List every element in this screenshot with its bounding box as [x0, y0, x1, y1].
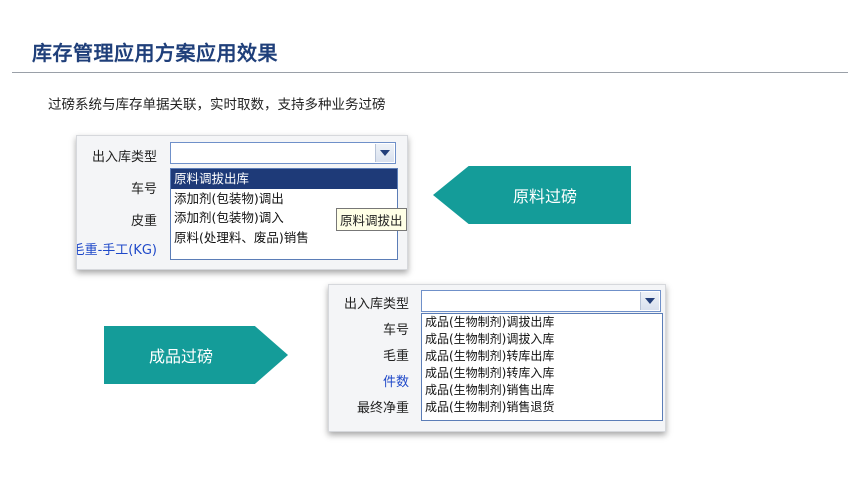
gross-weight-label: 毛重 — [382, 349, 409, 364]
dropdown-option[interactable]: 成品(生物制剂)调拔出库 — [422, 314, 662, 331]
chevron-down-icon[interactable] — [375, 144, 394, 162]
finished-weighing-callout-text: 成品过磅 — [148, 347, 213, 366]
dropdown-option[interactable]: 成品(生物制剂)调拔入库 — [422, 331, 662, 348]
inout-type-select[interactable] — [170, 142, 396, 164]
raw-weighing-callout: 原料过磅 — [433, 166, 631, 224]
finished-weighing-screenshot: 出入库类型 车号 毛重 件数 最终净重 成品(生物制剂)调拔出库 成品(生物制剂… — [328, 284, 666, 432]
title-divider — [12, 72, 848, 73]
raw-weighing-screenshot: 出入库类型 车号 皮重 毛重-手工(KG) 原料调拔出库 添加剂(包装物)调出 … — [76, 135, 408, 270]
dropdown-option[interactable]: 成品(生物制剂)销售退货 — [422, 399, 662, 416]
tare-weight-label: 皮重 — [130, 214, 157, 229]
dropdown-option[interactable]: 成品(生物制剂)销售出库 — [422, 382, 662, 399]
plate-number-label: 车号 — [130, 182, 157, 197]
dropdown-option[interactable]: 成品(生物制剂)转库出库 — [422, 348, 662, 365]
slide-title: 库存管理应用方案应用效果 — [32, 41, 278, 65]
dropdown-option[interactable]: 原料调拔出库 — [171, 169, 397, 189]
option-tooltip: 原料调拔出 — [336, 208, 407, 231]
piece-count-label: 件数 — [382, 375, 409, 390]
dropdown-option[interactable]: 成品(生物制剂)转库入库 — [422, 365, 662, 382]
finished-weighing-callout: 成品过磅 — [104, 326, 288, 384]
slide-subtitle: 过磅系统与库存单据关联，实时取数，支持多种业务过磅 — [48, 97, 386, 113]
inout-type-label: 出入库类型 — [343, 297, 409, 312]
raw-weighing-callout-text: 原料过磅 — [512, 187, 577, 206]
gross-weight-manual-label: 毛重-手工(KG) — [76, 243, 157, 258]
chevron-down-icon[interactable] — [640, 292, 659, 310]
dropdown-option[interactable]: 添加剂(包装物)调出 — [171, 189, 397, 209]
final-net-weight-label: 最终净重 — [356, 401, 409, 416]
inout-type-label: 出入库类型 — [91, 150, 157, 165]
inout-type-select[interactable] — [421, 290, 661, 312]
plate-number-label: 车号 — [382, 323, 409, 338]
inout-type-dropdown: 成品(生物制剂)调拔出库 成品(生物制剂)调拔入库 成品(生物制剂)转库出库 成… — [421, 313, 663, 421]
